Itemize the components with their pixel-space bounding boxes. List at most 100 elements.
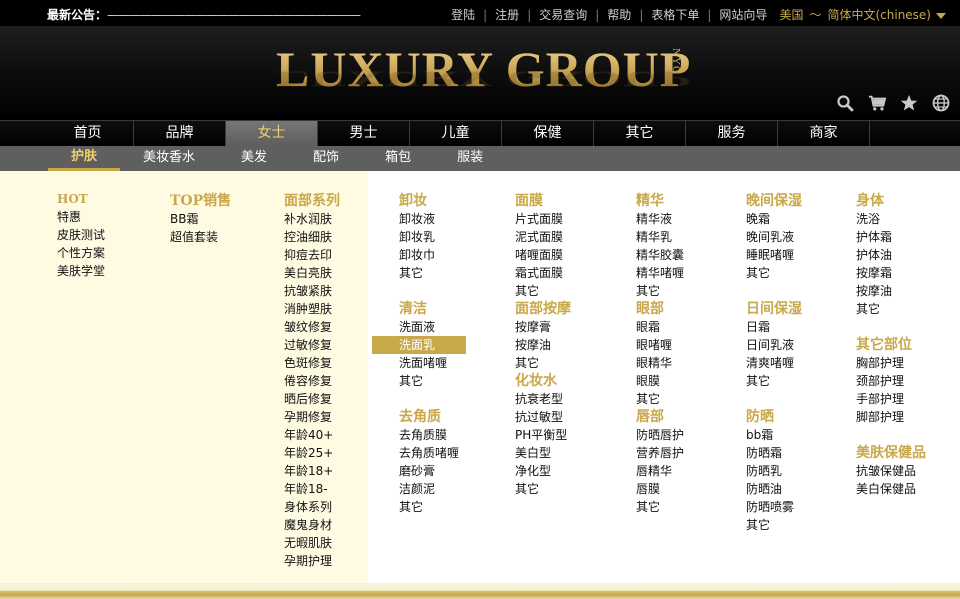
nav-home[interactable]: 首页 [42, 121, 134, 146]
menu-item[interactable]: 其它 [399, 498, 466, 516]
menu-item[interactable]: 脚部护理 [856, 408, 926, 426]
menu-item[interactable]: 护体霜 [856, 228, 926, 246]
subnav-clothing[interactable]: 服装 [434, 146, 506, 171]
globe-icon[interactable] [932, 94, 950, 112]
form-order-link[interactable]: 表格下单 [643, 6, 707, 23]
menu-item[interactable]: 按摩油 [856, 282, 926, 300]
menu-category[interactable]: 精华 [636, 192, 684, 210]
menu-item[interactable]: 其它 [636, 282, 684, 300]
menu-item[interactable]: 晚间乳液 [746, 228, 802, 246]
subnav-hair[interactable]: 美发 [218, 146, 290, 171]
menu-item[interactable]: PH平衡型 [515, 426, 571, 444]
menu-item[interactable]: 护体油 [856, 246, 926, 264]
order-query-link[interactable]: 交易查询 [531, 6, 595, 23]
menu-category[interactable]: 卸妆 [399, 192, 466, 210]
menu-item[interactable]: 其它 [515, 282, 571, 300]
menu-item[interactable]: BB霜 [170, 210, 231, 228]
menu-item[interactable]: 手部护理 [856, 390, 926, 408]
menu-item-highlighted[interactable]: 洗面乳 [372, 336, 466, 354]
menu-item[interactable]: 防晒喷雾 [746, 498, 802, 516]
menu-item[interactable]: 超值套装 [170, 228, 231, 246]
menu-item[interactable]: 日霜 [746, 318, 802, 336]
menu-item[interactable]: 其它 [515, 480, 571, 498]
menu-item[interactable]: 其它 [515, 354, 571, 372]
menu-item[interactable]: 其它 [636, 498, 684, 516]
menu-item[interactable]: 抗皱保健品 [856, 462, 926, 480]
menu-item[interactable]: 补水润肤 [284, 210, 340, 228]
menu-item[interactable]: 洁颜泥 [399, 480, 466, 498]
cart-icon[interactable] [868, 94, 886, 112]
menu-item[interactable]: 眼膜 [636, 372, 684, 390]
chevron-down-icon[interactable] [936, 12, 946, 19]
menu-item[interactable]: 精华液 [636, 210, 684, 228]
menu-category[interactable]: TOP销售 [170, 192, 231, 210]
menu-item[interactable]: 防晒油 [746, 480, 802, 498]
menu-item[interactable]: 磨砂膏 [399, 462, 466, 480]
menu-item[interactable]: 片式面膜 [515, 210, 571, 228]
menu-item[interactable]: 卸妆液 [399, 210, 466, 228]
menu-item[interactable]: 睡眠啫喱 [746, 246, 802, 264]
menu-item[interactable]: 皱纹修复 [284, 318, 340, 336]
menu-item[interactable]: 孕期护理 [284, 552, 340, 570]
menu-item[interactable]: 控油细肤 [284, 228, 340, 246]
nav-men[interactable]: 男士 [318, 121, 410, 146]
menu-item[interactable]: 年龄25+ [284, 444, 340, 462]
menu-item[interactable]: 其它 [856, 300, 926, 318]
site-guide-link[interactable]: 网站向导 [711, 6, 775, 23]
menu-item[interactable]: 营养唇护 [636, 444, 684, 462]
nav-children[interactable]: 儿童 [410, 121, 502, 146]
menu-item[interactable]: 色斑修复 [284, 354, 340, 372]
menu-item[interactable]: 抗过敏型 [515, 408, 571, 426]
menu-category[interactable]: 清洁 [399, 300, 466, 318]
menu-item[interactable]: 晒后修复 [284, 390, 340, 408]
menu-item[interactable]: 去角质膜 [399, 426, 466, 444]
menu-item[interactable]: 其它 [746, 516, 802, 534]
nav-health[interactable]: 保健 [502, 121, 594, 146]
nav-brands[interactable]: 品牌 [134, 121, 226, 146]
menu-item[interactable]: 抗衰老型 [515, 390, 571, 408]
menu-item[interactable]: 其它 [746, 372, 802, 390]
menu-item[interactable]: 抗皱紧肤 [284, 282, 340, 300]
menu-item[interactable]: 倦容修复 [284, 372, 340, 390]
menu-category[interactable]: 身体 [856, 192, 926, 210]
menu-category[interactable]: 面部系列 [284, 192, 340, 210]
menu-item[interactable]: 其它 [746, 264, 802, 282]
menu-item[interactable]: 精华胶囊 [636, 246, 684, 264]
nav-service[interactable]: 服务 [686, 121, 778, 146]
menu-item[interactable]: 无暇肌肤 [284, 534, 340, 552]
subnav-skincare[interactable]: 护肤 [48, 146, 121, 171]
help-link[interactable]: 帮助 [599, 6, 639, 23]
register-link[interactable]: 注册 [487, 6, 527, 23]
menu-category[interactable]: 唇部 [636, 408, 684, 426]
menu-item[interactable]: 其它 [399, 372, 466, 390]
menu-category[interactable]: 去角质 [399, 408, 466, 426]
menu-item[interactable]: 晚霜 [746, 210, 802, 228]
menu-item[interactable]: 清爽啫喱 [746, 354, 802, 372]
menu-item[interactable]: 魔鬼身材 [284, 516, 340, 534]
menu-item[interactable]: 过敏修复 [284, 336, 340, 354]
menu-item[interactable]: 美白保健品 [856, 480, 926, 498]
login-link[interactable]: 登陆 [443, 6, 483, 23]
menu-item[interactable]: 年龄18- [284, 480, 340, 498]
menu-item[interactable]: 洗面啫喱 [399, 354, 466, 372]
menu-item[interactable]: 防晒唇护 [636, 426, 684, 444]
menu-category[interactable]: 眼部 [636, 300, 684, 318]
menu-item[interactable]: 唇膜 [636, 480, 684, 498]
subnav-bags[interactable]: 箱包 [362, 146, 434, 171]
menu-item[interactable]: 精华乳 [636, 228, 684, 246]
menu-item[interactable]: 洗浴 [856, 210, 926, 228]
menu-item[interactable]: 净化型 [515, 462, 571, 480]
menu-item[interactable]: 胸部护理 [856, 354, 926, 372]
search-icon[interactable] [836, 94, 854, 112]
menu-item[interactable]: 按摩膏 [515, 318, 571, 336]
menu-item[interactable]: 防晒霜 [746, 444, 802, 462]
menu-item[interactable]: 个性方案 [57, 244, 105, 262]
menu-item[interactable]: 去角质啫喱 [399, 444, 466, 462]
menu-item[interactable]: 皮肤测试 [57, 226, 105, 244]
nav-other[interactable]: 其它 [594, 121, 686, 146]
region-selector[interactable]: 美国 [779, 6, 803, 23]
menu-item[interactable]: 霜式面膜 [515, 264, 571, 282]
nav-merchants[interactable]: 商家 [778, 121, 870, 146]
menu-item[interactable]: 其它 [399, 264, 466, 282]
menu-item[interactable]: 眼啫喱 [636, 336, 684, 354]
